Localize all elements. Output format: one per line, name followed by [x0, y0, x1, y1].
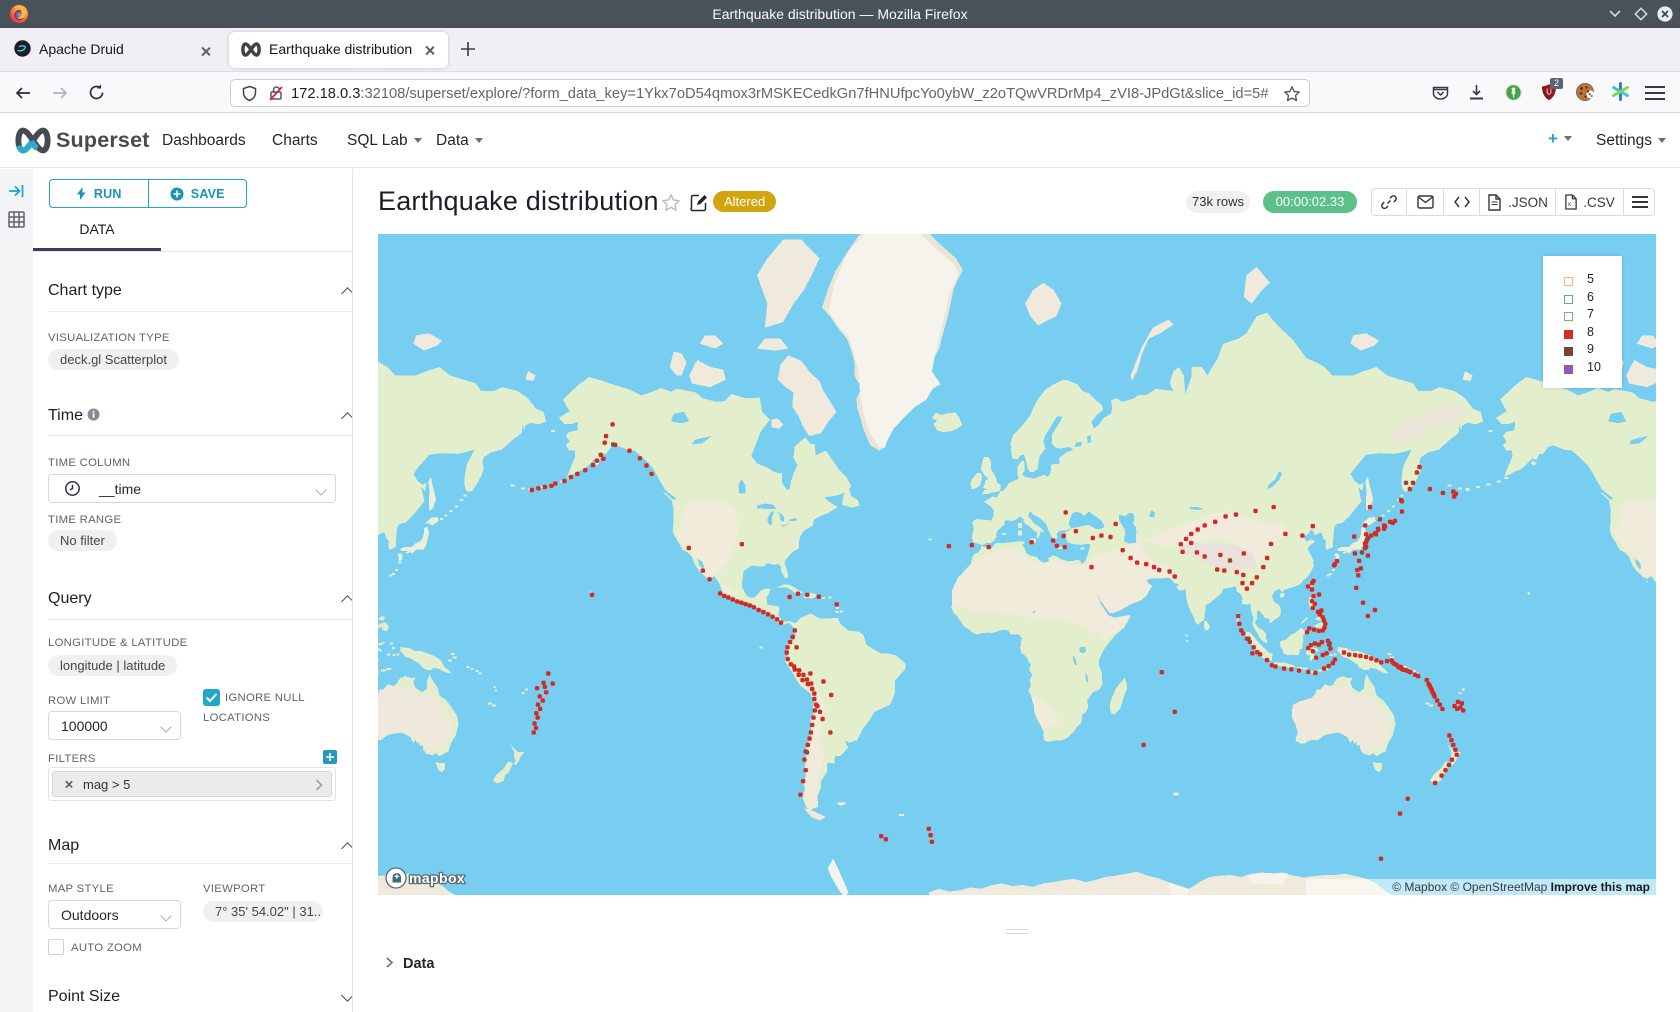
svg-text:mapbox: mapbox [409, 870, 465, 886]
svg-text:x: x [1568, 201, 1572, 208]
